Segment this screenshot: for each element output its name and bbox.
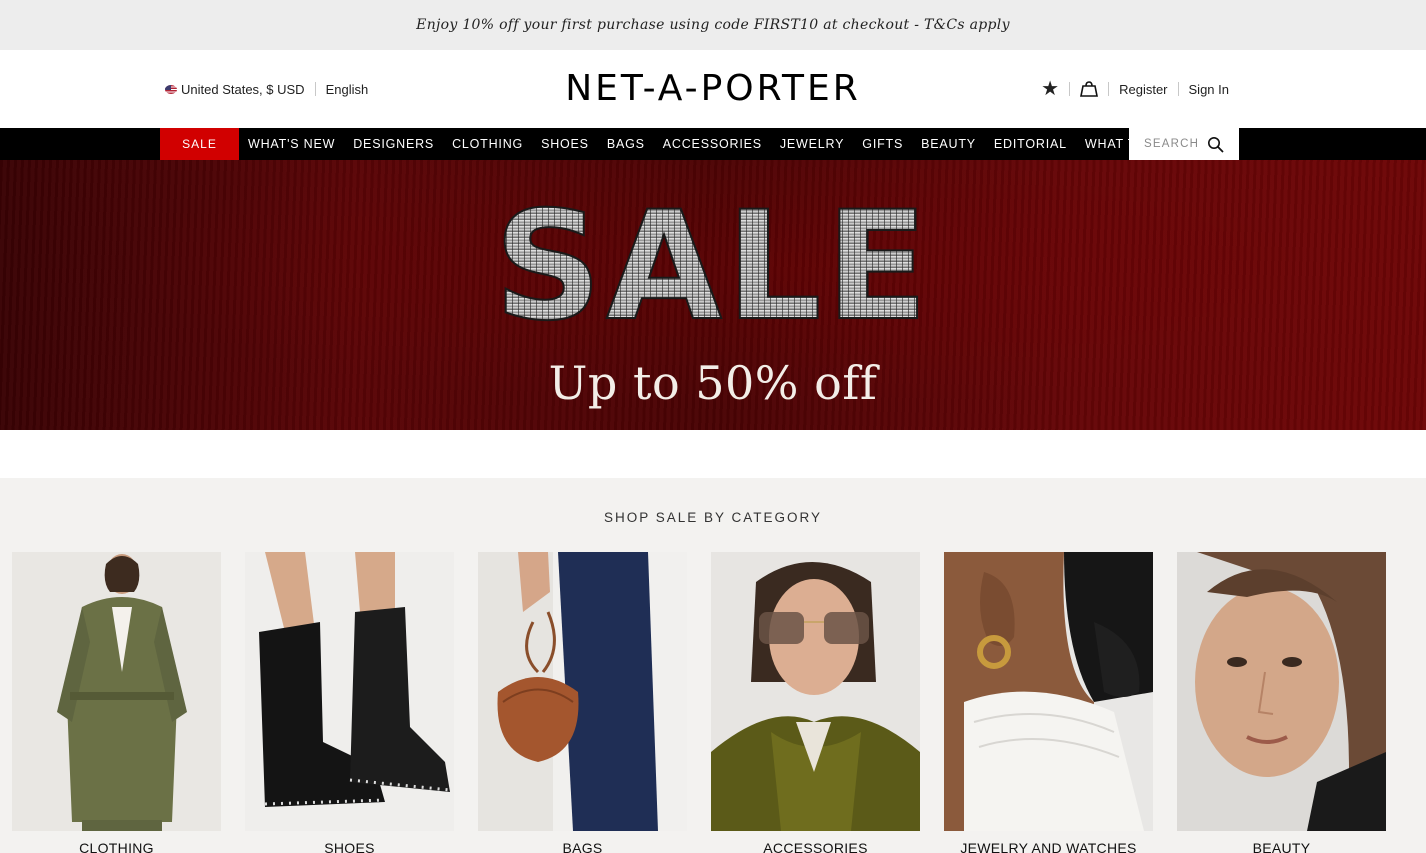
category-image-beauty[interactable] — [1177, 552, 1386, 831]
sale-hero-banner[interactable]: SALE Up to 50% off — [0, 160, 1426, 430]
category-label[interactable]: BAGS — [478, 840, 687, 853]
nav-item-accessories[interactable]: ACCESSORIES — [654, 128, 771, 160]
promo-banner[interactable]: Enjoy 10% off your first purchase using … — [0, 0, 1426, 50]
category-card-clothing[interactable]: CLOTHING — [12, 552, 221, 853]
hero-headline: SALE — [0, 190, 1426, 345]
nav-item-editorial[interactable]: EDITORIAL — [985, 128, 1076, 160]
category-label[interactable]: SHOES — [245, 840, 454, 853]
nav-item-beauty[interactable]: BEAUTY — [912, 128, 985, 160]
divider — [1108, 82, 1110, 96]
nav-item-gifts[interactable]: GIFTS — [853, 128, 912, 160]
section-title: SHOP SALE BY CATEGORY — [603, 510, 823, 525]
category-card-beauty[interactable]: BEAUTY — [1177, 552, 1386, 853]
category-label[interactable]: JEWELRY AND WATCHES — [944, 840, 1153, 853]
search-placeholder[interactable]: SEARCH — [1144, 138, 1199, 150]
hero-subline: Up to 50% off — [548, 356, 878, 410]
search-icon[interactable] — [1207, 136, 1224, 153]
category-label[interactable]: CLOTHING — [12, 840, 221, 853]
nav-item-designers[interactable]: DESIGNERS — [344, 128, 443, 160]
sign-in-link[interactable]: Sign In — [1189, 82, 1229, 97]
nav-item-jewelry[interactable]: JEWELRY — [771, 128, 853, 160]
category-grid: CLOTHING SHOES BAGS ACCESSORIES JEWELRY … — [12, 552, 1386, 853]
category-label[interactable]: BEAUTY — [1177, 840, 1386, 853]
category-image-shoes[interactable] — [245, 552, 454, 831]
main-nav: SALE WHAT'S NEW DESIGNERS CLOTHING SHOES… — [0, 128, 1426, 160]
nav-item-shoes[interactable]: SHOES — [532, 128, 598, 160]
nav-item-bags[interactable]: BAGS — [598, 128, 654, 160]
hero-headline-text: SALE — [494, 190, 932, 340]
nav-item-sale[interactable]: SALE — [160, 128, 239, 160]
category-image-bags[interactable] — [478, 552, 687, 831]
category-image-jewelry-watches[interactable] — [944, 552, 1153, 831]
category-card-bags[interactable]: BAGS — [478, 552, 687, 853]
divider — [1177, 82, 1179, 96]
category-label[interactable]: ACCESSORIES — [711, 840, 920, 853]
shopping-bag-icon[interactable] — [1080, 81, 1099, 97]
account-links: ★ Register Sign In — [1041, 50, 1229, 128]
promo-text: Enjoy 10% off your first purchase using … — [416, 17, 1010, 33]
category-card-shoes[interactable]: SHOES — [245, 552, 454, 853]
category-image-accessories[interactable] — [711, 552, 920, 831]
spacer — [0, 430, 1426, 478]
search-box[interactable]: SEARCH — [1129, 128, 1239, 160]
category-card-accessories[interactable]: ACCESSORIES — [711, 552, 920, 853]
shop-by-category: SHOP SALE BY CATEGORY CLOTHING SHOES BAG… — [0, 478, 1426, 853]
nav-item-whats-new[interactable]: WHAT'S NEW — [239, 128, 344, 160]
nav-item-clothing[interactable]: CLOTHING — [443, 128, 532, 160]
divider — [1069, 82, 1071, 96]
star-icon[interactable]: ★ — [1041, 79, 1059, 99]
category-card-jewelry-watches[interactable]: JEWELRY AND WATCHES — [944, 552, 1153, 853]
category-image-clothing[interactable] — [12, 552, 221, 831]
register-link[interactable]: Register — [1119, 82, 1167, 97]
site-header: United States, $ USD English NET-A-PORTE… — [0, 50, 1426, 128]
